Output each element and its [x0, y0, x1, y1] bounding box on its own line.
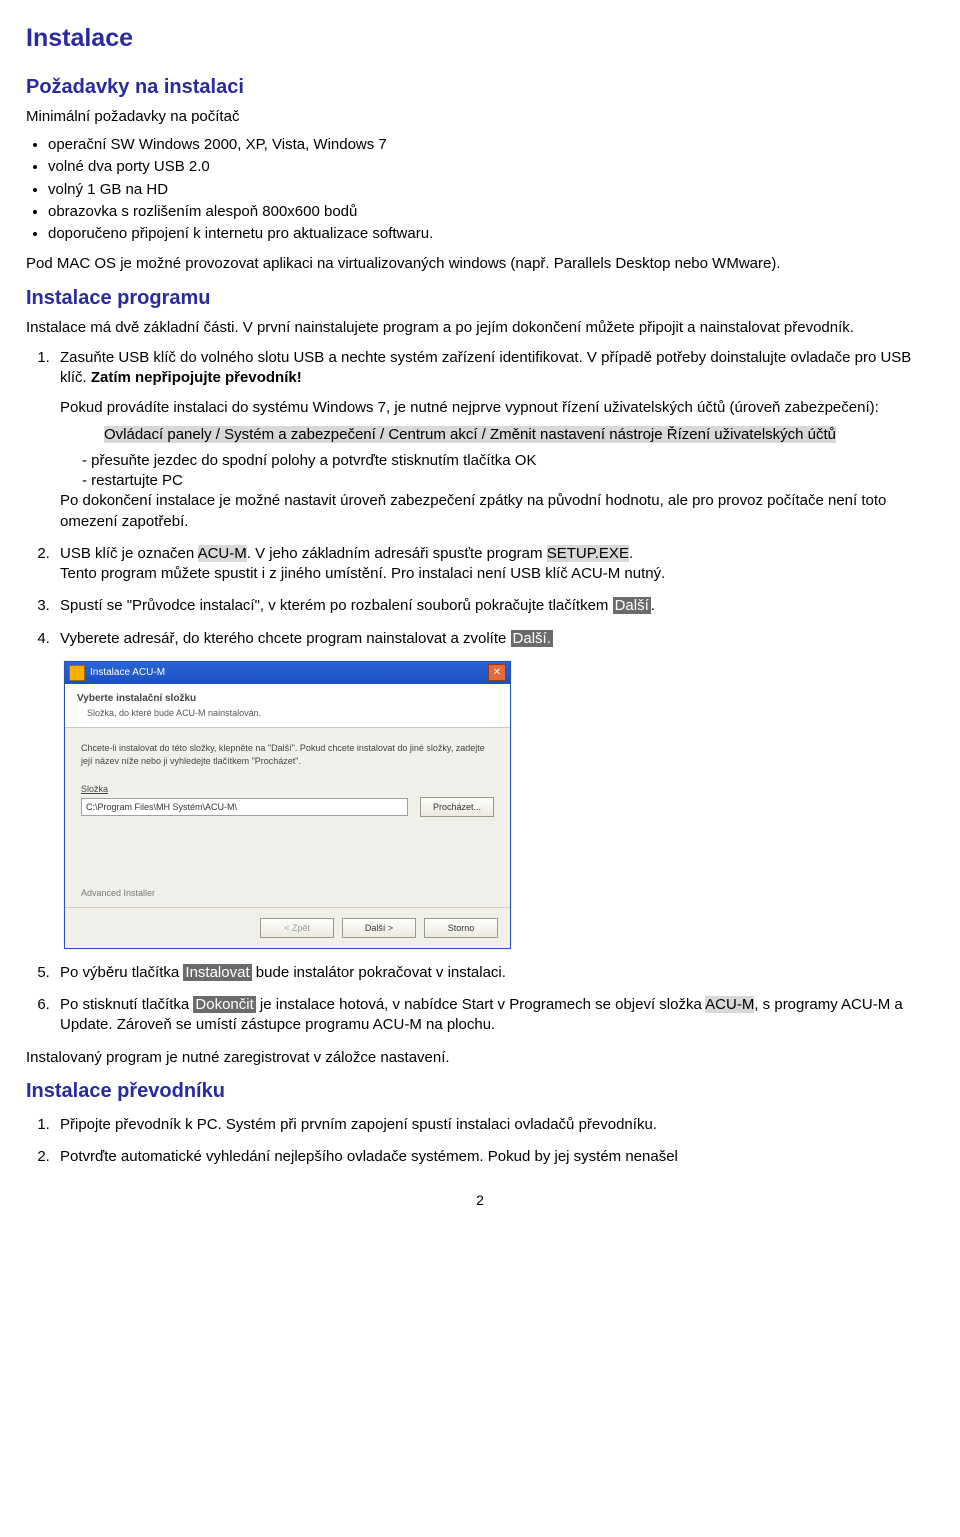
- advanced-installer-label: Advanced Installer: [81, 887, 494, 899]
- install-steps: Zasuňte USB klíč do volného slotu USB a …: [48, 348, 934, 649]
- installer-body: Chcete-li instalovat do této složky, kle…: [65, 728, 510, 907]
- installer-titlebar: Instalace ACU-M ✕: [65, 662, 510, 684]
- folder-input[interactable]: C:\Program Files\MH Systém\ACU-M\: [81, 798, 408, 816]
- step2-line2: Tento program můžete spustit i z jiného …: [60, 565, 665, 582]
- step1-dash2: - restartujte PC: [82, 471, 934, 491]
- installer-banner-title: Vyberte instalační složku: [77, 692, 498, 706]
- text: bude instalátor pokračovat v instalaci.: [252, 964, 506, 981]
- req-item: obrazovka s rozlišením alespoň 800x600 b…: [48, 202, 934, 222]
- installer-window: Instalace ACU-M ✕ Vyberte instalační slo…: [64, 661, 511, 949]
- browse-button[interactable]: Procházet...: [420, 797, 494, 817]
- btn-label: Další.: [511, 630, 553, 647]
- close-icon[interactable]: ✕: [488, 664, 506, 681]
- btn-label: Dokončit: [193, 996, 255, 1013]
- step1-dash1: - přesuňte jezdec do spodní polohy a pot…: [82, 451, 934, 471]
- req-item: volné dva porty USB 2.0: [48, 157, 934, 177]
- installer-screenshot: Instalace ACU-M ✕ Vyberte instalační slo…: [64, 661, 934, 949]
- step1-after: Po dokončení instalace je možné nastavit…: [60, 491, 934, 532]
- text: USB klíč je označen: [60, 545, 198, 562]
- next-button[interactable]: Další >: [342, 918, 416, 938]
- installer-instructions: Chcete-li instalovat do této složky, kle…: [81, 742, 494, 766]
- step1-win7-note: Pokud provádíte instalaci do systému Win…: [60, 398, 934, 418]
- heading-instalace: Instalace: [26, 22, 934, 56]
- step-1: Zasuňte USB klíč do volného slotu USB a …: [54, 348, 934, 532]
- install-steps-cont: Po výběru tlačítka Instalovat bude insta…: [48, 963, 934, 1036]
- req-para: Pod MAC OS je možné provozovat aplikaci …: [26, 254, 934, 274]
- step-3: Spustí se "Průvodce instalací", v kterém…: [54, 596, 934, 616]
- path-highlight: Ovládací panely / Systém a zabezpečení /…: [104, 426, 836, 443]
- cancel-button[interactable]: Storno: [424, 918, 498, 938]
- prevodnik-steps: Připojte převodník k PC. Systém při prvn…: [48, 1115, 934, 1168]
- installer-button-row: < Zpět Další > Storno: [65, 907, 510, 948]
- req-list: operační SW Windows 2000, XP, Vista, Win…: [48, 135, 934, 244]
- text: Po stisknutí tlačítka: [60, 996, 193, 1013]
- hl: ACU-M: [705, 996, 754, 1013]
- req-item: operační SW Windows 2000, XP, Vista, Win…: [48, 135, 934, 155]
- heading-prevodnik: Instalace převodníku: [26, 1078, 934, 1105]
- step-6: Po stisknutí tlačítka Dokončit je instal…: [54, 995, 934, 1036]
- step1-bold: Zatím nepřipojujte převodník!: [91, 369, 302, 386]
- heading-instalace-programu: Instalace programu: [26, 285, 934, 312]
- text: .: [629, 545, 633, 562]
- text: . V jeho základním adresáři spusťte prog…: [247, 545, 547, 562]
- text: Vyberete adresář, do kterého chcete prog…: [60, 630, 511, 647]
- hl: ACU-M: [198, 545, 247, 562]
- register-note: Instalovaný program je nutné zaregistrov…: [26, 1048, 934, 1068]
- btn-label: Instalovat: [183, 964, 251, 981]
- text: .: [651, 597, 655, 614]
- step-2: USB klíč je označen ACU-M. V jeho základ…: [54, 544, 934, 585]
- installer-banner-sub: Složka, do které bude ACU-M nainstalován…: [87, 707, 498, 719]
- text: Pokud provádíte instalaci do systému: [60, 399, 313, 416]
- text: Po výběru tlačítka: [60, 964, 183, 981]
- installer-title: Instalace ACU-M: [90, 666, 165, 680]
- heading-pozadavky: Požadavky na instalaci: [26, 74, 934, 101]
- back-button[interactable]: < Zpět: [260, 918, 334, 938]
- step-4: Vyberete adresář, do kterého chcete prog…: [54, 629, 934, 649]
- step-5: Po výběru tlačítka Instalovat bude insta…: [54, 963, 934, 983]
- req-item: doporučeno připojení k internetu pro akt…: [48, 224, 934, 244]
- hl: SETUP.EXE: [547, 545, 629, 562]
- step1-path: Ovládací panely / Systém a zabezpečení /…: [104, 425, 934, 445]
- req-item: volný 1 GB na HD: [48, 180, 934, 200]
- btn-label: Další: [613, 597, 651, 614]
- prev-step-2: Potvrďte automatické vyhledání nejlepšíh…: [54, 1147, 934, 1167]
- text: Windows 7: [313, 399, 386, 416]
- prev-step-1: Připojte převodník k PC. Systém při prvn…: [54, 1115, 934, 1135]
- prog-intro: Instalace má dvě základní části. V první…: [26, 318, 934, 338]
- text: , je nutné nejprve vypnout řízení uživat…: [386, 399, 879, 416]
- req-intro: Minimální požadavky na počítač: [26, 107, 934, 127]
- installer-app-icon: [69, 665, 85, 681]
- installer-banner: Vyberte instalační složku Složka, do kte…: [65, 684, 510, 729]
- text: je instalace hotová, v nabídce Start v P…: [256, 996, 705, 1013]
- page-number: 2: [26, 1191, 934, 1210]
- text: Spustí se "Průvodce instalací", v kterém…: [60, 597, 613, 614]
- folder-label: Složka: [81, 783, 494, 795]
